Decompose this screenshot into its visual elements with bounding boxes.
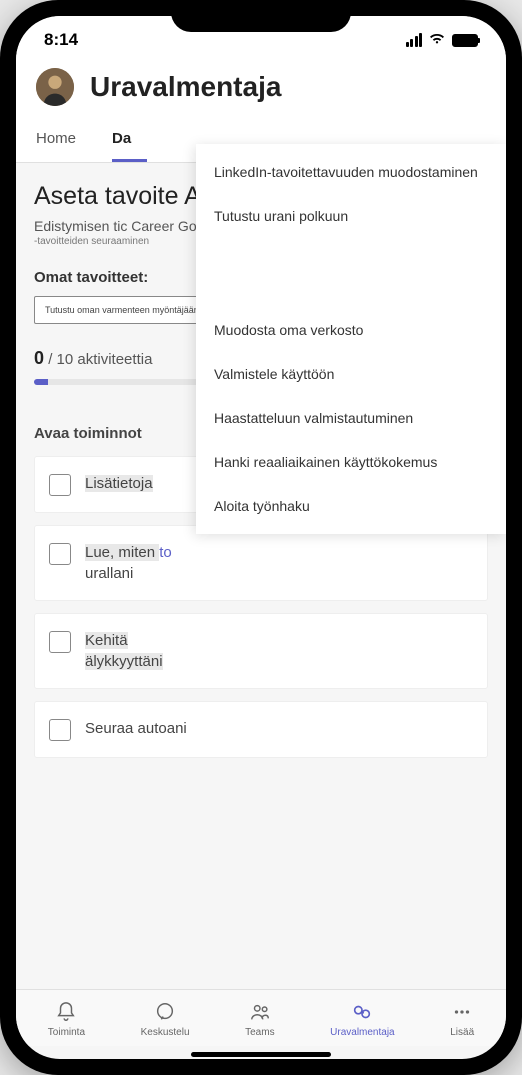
phone-frame: 8:14 Uravalmentaja Home Da Aseta tavoite…	[0, 0, 522, 1075]
dropdown-item[interactable]: Tutustu urani polkuun	[196, 194, 506, 238]
progress-fill	[34, 379, 48, 385]
notch	[171, 0, 351, 32]
nav-label: Uravalmentaja	[330, 1027, 394, 1038]
home-indicator[interactable]	[191, 1052, 331, 1057]
progress-count: 0	[34, 348, 44, 368]
tab-dashboard[interactable]: Da	[112, 120, 147, 162]
nav-label: Teams	[245, 1027, 274, 1038]
nav-activity[interactable]: Toiminta	[48, 1000, 85, 1038]
dropdown-item[interactable]: Aloita työnhaku	[196, 484, 506, 528]
avatar[interactable]	[36, 68, 74, 106]
app-title: Uravalmentaja	[90, 71, 281, 103]
action-text: Lisätietoja	[85, 473, 153, 494]
signal-icon	[406, 33, 423, 47]
chat-icon	[153, 1000, 177, 1024]
dropdown-item[interactable]: LinkedIn-tavoitettavuuden muodostaminen	[196, 150, 506, 194]
nav-label: Lisää	[450, 1027, 474, 1038]
more-icon	[450, 1000, 474, 1024]
tab-home[interactable]: Home	[36, 120, 92, 162]
status-time: 8:14	[44, 30, 78, 50]
nav-coach[interactable]: Uravalmentaja	[330, 1000, 394, 1038]
dropdown-menu: LinkedIn-tavoitettavuuden muodostaminen …	[196, 144, 506, 534]
nav-more[interactable]: Lisää	[450, 1000, 474, 1038]
nav-label: Keskustelu	[141, 1027, 190, 1038]
battery-icon	[452, 34, 478, 47]
dropdown-item[interactable]: Hanki reaaliaikainen käyttökokemus	[196, 440, 506, 484]
dropdown-item[interactable]: Haastatteluun valmistautuminen	[196, 396, 506, 440]
checkbox[interactable]	[49, 474, 71, 496]
nav-label: Toiminta	[48, 1027, 85, 1038]
action-text: Lue, miten tourallani	[85, 542, 172, 584]
action-card[interactable]: Lue, miten tourallani	[34, 525, 488, 601]
action-card[interactable]: Kehitäälykkyyttäni	[34, 613, 488, 689]
nav-teams[interactable]: Teams	[245, 1000, 274, 1038]
checkbox[interactable]	[49, 543, 71, 565]
bottom-nav: Toiminta Keskustelu Teams Uravalmentaja …	[16, 989, 506, 1046]
checkbox[interactable]	[49, 631, 71, 653]
screen: 8:14 Uravalmentaja Home Da Aseta tavoite…	[16, 16, 506, 1059]
action-text: Kehitäälykkyyttäni	[85, 630, 163, 672]
action-card[interactable]: Seuraa autoani	[34, 701, 488, 758]
teams-icon	[248, 1000, 272, 1024]
action-text: Seuraa autoani	[85, 718, 187, 739]
dropdown-item[interactable]: Valmistele käyttöön	[196, 352, 506, 396]
dropdown-item[interactable]: Muodosta oma verkosto	[196, 308, 506, 352]
nav-chat[interactable]: Keskustelu	[141, 1000, 190, 1038]
bell-icon	[54, 1000, 78, 1024]
app-header: Uravalmentaja	[16, 58, 506, 120]
checkbox[interactable]	[49, 719, 71, 741]
coach-icon	[350, 1000, 374, 1024]
wifi-icon	[428, 31, 446, 50]
goal-chip[interactable]: Tutustu oman varmenteen myöntäjään	[34, 296, 210, 324]
progress-total: / 10 aktiviteettia	[48, 351, 152, 368]
status-icons	[406, 31, 479, 50]
